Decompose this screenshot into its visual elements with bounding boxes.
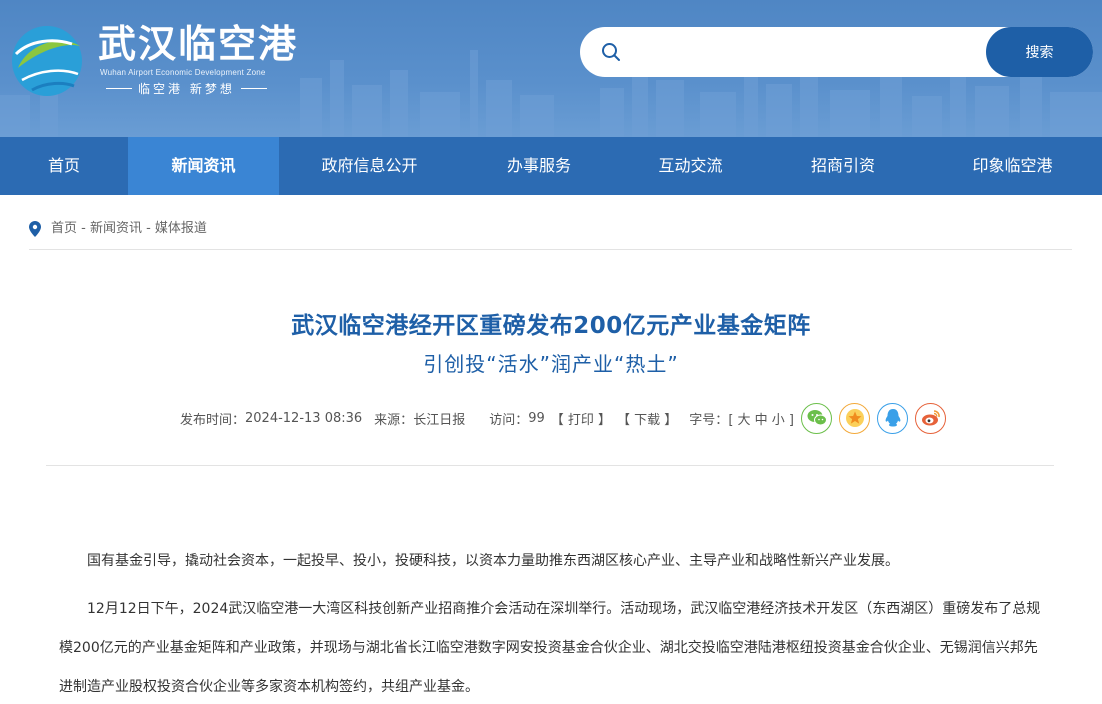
wechat-icon[interactable]: [801, 402, 832, 434]
slogan-text: 临空港 新梦想: [138, 82, 235, 96]
slogan-line-left: [106, 88, 132, 89]
search-button[interactable]: 搜索: [986, 27, 1093, 77]
article-divider: [46, 465, 1054, 466]
article-paragraph: 12月12日下午，2024武汉临空港一大湾区科技创新产业招商推介会活动在深圳举行…: [59, 601, 1041, 695]
main-nav: 首页 新闻资讯 政府信息公开 办事服务 互动交流 招商引资 印象临空港: [0, 137, 1102, 195]
nav-item-gov-info[interactable]: 政府信息公开: [279, 137, 460, 195]
site-logo-icon[interactable]: [10, 24, 84, 98]
visits-count: 99: [528, 410, 545, 426]
visits-label: 访问：: [489, 412, 529, 428]
source-name: 长江日报: [413, 412, 466, 428]
brand-slogan: 临空港 新梦想: [100, 80, 273, 97]
article-subtitle: 引创投“活水”润产业“热土”: [423, 352, 679, 376]
article-paragraph: 国有基金引导，撬动社会资本，一起投早、投小，投硬科技，以资本力量助推东西湖区核心…: [87, 553, 899, 569]
font-size-options[interactable]: [ 大 中 小 ]: [728, 409, 794, 428]
qq-icon[interactable]: [877, 402, 908, 434]
nav-item-interaction[interactable]: 互动交流: [618, 137, 763, 195]
brand-name: 武汉临空港: [98, 22, 299, 66]
site-header: 武汉临空港 Wuhan Airport Economic Development…: [0, 0, 1102, 137]
search-input[interactable]: [634, 37, 974, 67]
print-link[interactable]: 【 打印 】: [551, 409, 611, 428]
nav-item-investment[interactable]: 招商引资: [763, 137, 923, 195]
search-icon: [602, 43, 620, 61]
download-link[interactable]: 【 下载 】: [617, 409, 677, 428]
brand-english-name: Wuhan Airport Economic Development Zone: [100, 68, 266, 77]
search-box: 搜索: [580, 27, 1093, 77]
publish-label: 发布时间：: [180, 412, 246, 428]
breadcrumb-text[interactable]: 首页 - 新闻资讯 - 媒体报道: [51, 218, 207, 240]
publish-time: 2024-12-13 08:36: [245, 410, 363, 426]
article-meta: 发布时间： 2024-12-13 08:36 来源： 长江日报 访问： 99 【…: [180, 402, 946, 434]
location-pin-icon: [29, 221, 41, 237]
star-icon[interactable]: [839, 402, 870, 434]
source-label: 来源：: [374, 412, 414, 428]
nav-item-impression[interactable]: 印象临空港: [923, 137, 1102, 195]
breadcrumb: 首页 - 新闻资讯 - 媒体报道: [29, 218, 1072, 250]
nav-item-services[interactable]: 办事服务: [460, 137, 618, 195]
font-size-label: 字号：: [689, 412, 729, 428]
weibo-icon[interactable]: [915, 402, 946, 434]
article-title: 武汉临空港经开区重磅发布200亿元产业基金矩阵: [291, 313, 811, 339]
nav-item-home[interactable]: 首页: [0, 137, 128, 195]
nav-item-news[interactable]: 新闻资讯: [128, 137, 279, 195]
slogan-line-right: [240, 88, 267, 89]
